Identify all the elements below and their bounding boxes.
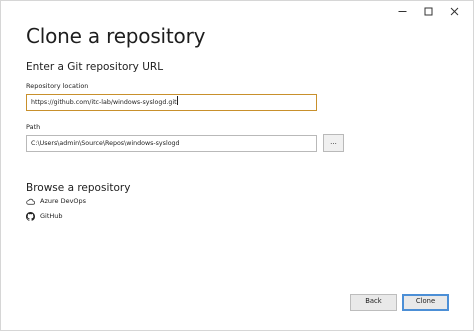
path-label: Path: [26, 123, 41, 131]
url-section-heading: Enter a Git repository URL: [26, 61, 164, 73]
browse-section-heading: Browse a repository: [26, 182, 131, 194]
repository-location-value: https://github.com/itc-lab/windows-syslo…: [31, 99, 177, 106]
clone-button[interactable]: Clone: [402, 294, 449, 311]
clone-repository-window: Clone a repository Enter a Git repositor…: [0, 0, 474, 331]
path-value: C:\Users\admin\Source\Repos\windows-sysl…: [31, 140, 180, 147]
window-caption-controls: [389, 4, 467, 18]
close-icon[interactable]: [441, 4, 467, 18]
text-caret: [176, 96, 178, 105]
maximize-icon[interactable]: [415, 4, 441, 18]
github-icon: [26, 212, 35, 221]
minimize-icon[interactable]: [389, 4, 415, 18]
back-button[interactable]: Back: [350, 294, 397, 311]
path-input[interactable]: C:\Users\admin\Source\Repos\windows-sysl…: [26, 135, 317, 152]
repository-location-input[interactable]: https://github.com/itc-lab/windows-syslo…: [26, 94, 317, 111]
azure-devops-link[interactable]: Azure DevOps: [26, 196, 86, 207]
repository-location-label: Repository location: [26, 82, 89, 90]
page-title: Clone a repository: [26, 24, 206, 48]
github-label: GitHub: [40, 212, 63, 220]
browse-folder-button[interactable]: ...: [323, 134, 344, 152]
cloud-icon: [26, 197, 35, 206]
github-link[interactable]: GitHub: [26, 211, 63, 222]
azure-devops-label: Azure DevOps: [40, 197, 87, 205]
